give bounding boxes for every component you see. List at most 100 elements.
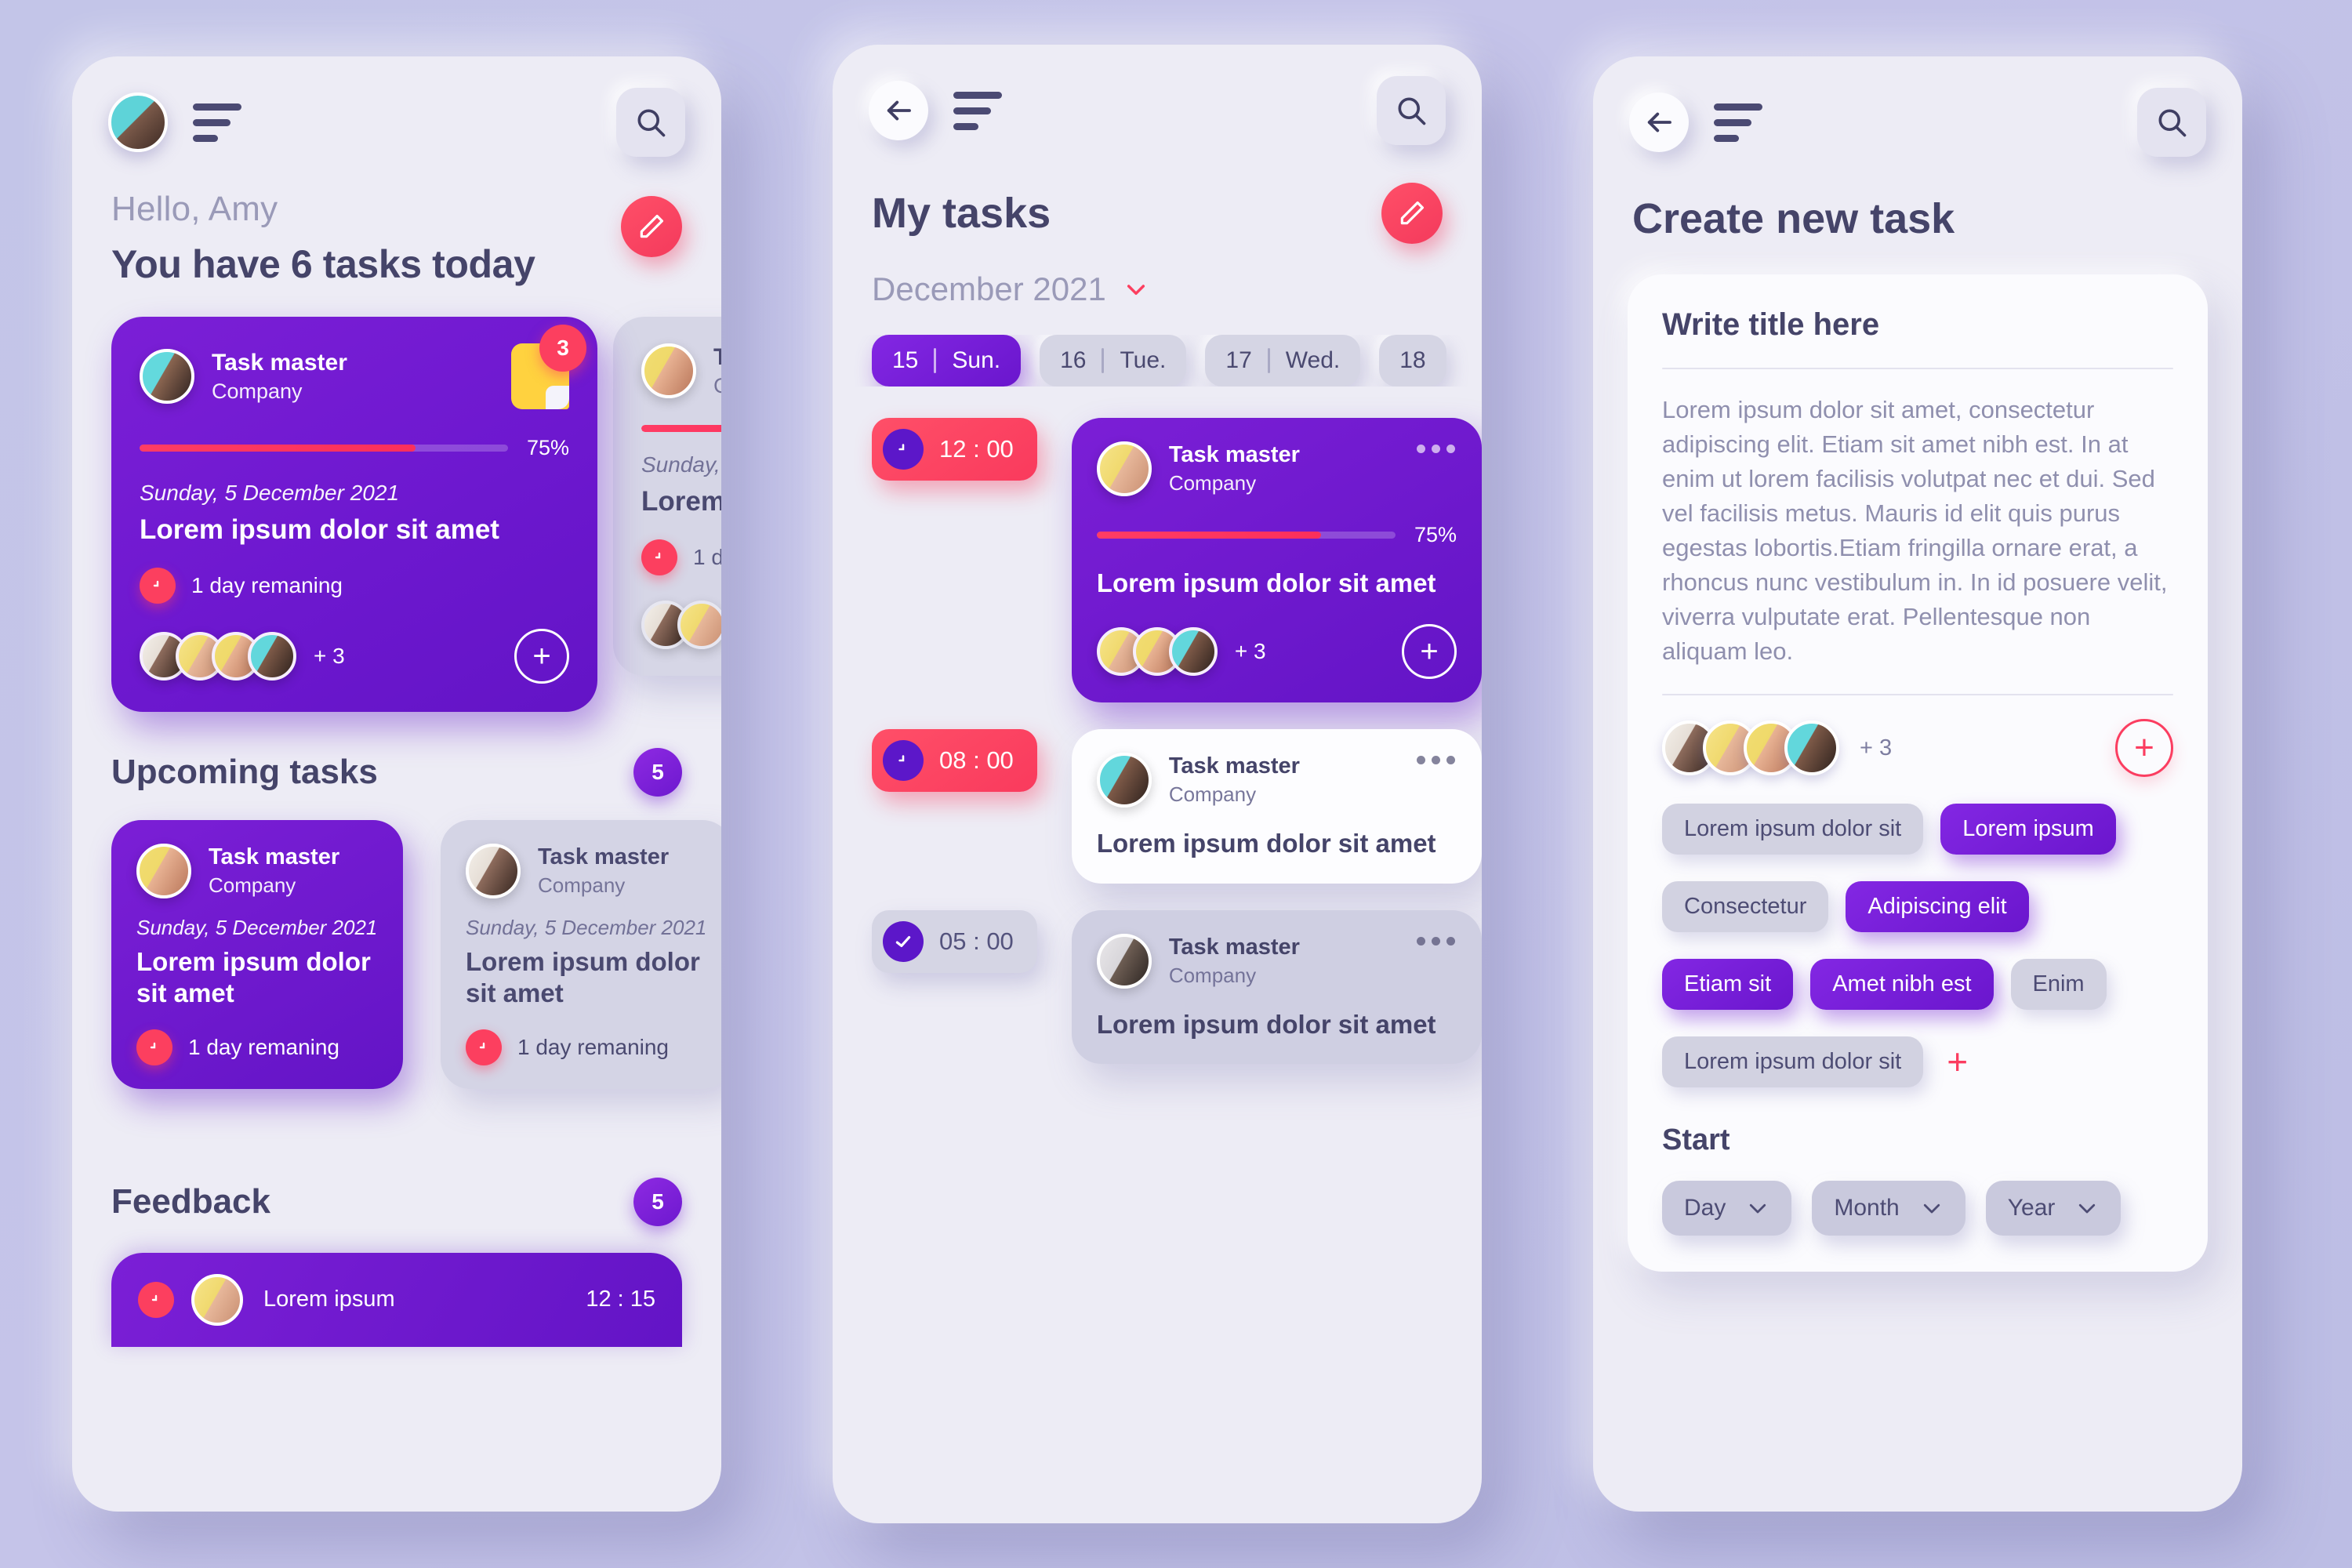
clock-icon (641, 539, 677, 575)
month-selector[interactable]: December 2021 (833, 270, 1482, 308)
progress-percent: 75% (526, 436, 569, 459)
task-date: Sunday, 5 December 2021 (136, 915, 378, 939)
members-row: + 3 + (1662, 719, 2173, 778)
tag-chip[interactable]: Lorem ipsum (1940, 804, 2116, 855)
card-names: Task master Company (1169, 753, 1300, 807)
user-avatar[interactable] (108, 93, 168, 152)
remaining-text: 1 da (693, 544, 721, 569)
avatar (1096, 441, 1152, 496)
tag-chip-list: Consectetur Adipiscing elit (1662, 881, 2173, 933)
phone-screen-my-tasks: My tasks December 2021 15 Sun. 16 Tue. 1… (833, 45, 1482, 1523)
add-member-button[interactable]: + (2115, 719, 2173, 778)
day-chip-16[interactable]: 16 Tue. (1040, 335, 1187, 387)
timeline-task-card[interactable]: Task master Company 75% Lorem ipsum dolo… (1071, 418, 1482, 703)
hero-task-card-secondary[interactable]: Task master Company Sunday, Lorem 1 da (613, 317, 721, 676)
year-select[interactable]: Year (1985, 1181, 2122, 1236)
member-avatars[interactable] (1096, 627, 1218, 677)
tag-chip[interactable]: Adipiscing elit (1846, 881, 2029, 933)
remaining-text: 1 day remaning (517, 1035, 670, 1060)
hero-task-area: Task master Company Sunday, Lorem 1 da (72, 317, 721, 712)
page-title-row: My tasks (833, 147, 1482, 244)
tag-chip[interactable]: Lorem ipsum dolor sit (1662, 1036, 1924, 1088)
add-member-button[interactable]: + (514, 628, 569, 684)
clock-icon (883, 740, 924, 782)
card-header: Task master Company (1096, 933, 1457, 989)
time-pill[interactable]: 08 : 00 (872, 729, 1037, 793)
edit-task-button[interactable] (1381, 183, 1443, 244)
feedback-item[interactable]: Lorem ipsum 12 : 15 (111, 1252, 682, 1347)
month-select[interactable]: Month (1812, 1181, 1965, 1236)
menu-icon[interactable] (953, 91, 1002, 130)
divider (1267, 348, 1270, 373)
menu-icon[interactable] (193, 103, 241, 142)
timeline-row: 12 : 00 Task master Company 75% Lorem ip… (872, 418, 1482, 703)
search-icon (2154, 105, 2189, 140)
task-title: Lorem ipsum dolor sit amet (1096, 829, 1436, 858)
day-select[interactable]: Day (1662, 1181, 1792, 1236)
back-button[interactable] (1629, 93, 1689, 152)
task-title-input[interactable]: Write title here (1662, 307, 2173, 343)
more-options-icon[interactable] (1417, 936, 1455, 946)
tag-chip-list: Etiam sit Amet nibh est Enim (1662, 959, 2173, 1011)
divider (1662, 368, 2173, 369)
month-select-label: Month (1834, 1195, 1900, 1221)
tag-chip[interactable]: Amet nibh est (1810, 959, 1994, 1011)
search-button[interactable] (1377, 76, 1446, 145)
timeline-task-card[interactable]: Task master Company Lorem ipsum dolor si… (1071, 909, 1482, 1064)
avatar (1784, 720, 1839, 776)
section-title: Upcoming tasks (111, 752, 378, 791)
hero-task-card[interactable]: Task master Company 3 75% Sunday, 5 Dece… (111, 317, 597, 712)
more-options-icon[interactable] (1417, 756, 1455, 765)
upcoming-task-card[interactable]: Task master Company Sunday, 5 December 2… (441, 819, 721, 1090)
tag-chip[interactable]: Lorem ipsum dolor sit (1662, 804, 1924, 855)
day-number: 17 (1225, 347, 1252, 373)
task-owner-company: Company (713, 373, 721, 397)
back-button[interactable] (869, 81, 928, 140)
day-chip-18[interactable]: 18 (1379, 335, 1446, 387)
card-header: Task master Company (1096, 441, 1457, 496)
task-owner-name: Task master (538, 844, 670, 869)
upcoming-task-list: Task master Company Sunday, 5 December 2… (72, 819, 721, 1142)
upcoming-task-card[interactable]: Task master Company Sunday, 5 December 2… (111, 819, 403, 1090)
more-options-icon[interactable] (1417, 445, 1455, 453)
greeting-block: Hello, Amy You have 6 tasks today (72, 158, 721, 287)
timeline-row: 08 : 00 Task master Company Lorem ipsum … (872, 729, 1482, 884)
menu-icon[interactable] (1714, 103, 1762, 142)
tag-chip[interactable]: Etiam sit (1662, 959, 1794, 1011)
progress-fill (140, 445, 416, 452)
add-member-button[interactable]: + (1402, 624, 1457, 680)
topbar-my-tasks (833, 45, 1482, 147)
member-avatars[interactable] (641, 600, 721, 649)
time-pill-completed[interactable]: 05 : 00 (872, 909, 1037, 973)
task-timeline: 12 : 00 Task master Company 75% Lorem ip… (833, 418, 1482, 1064)
day-name: Wed. (1285, 347, 1341, 373)
day-chip-17[interactable]: 17 Wed. (1205, 335, 1361, 387)
progress-track (140, 445, 508, 452)
task-owner-company: Company (209, 873, 296, 897)
edit-task-button[interactable] (621, 196, 682, 257)
task-title: Lorem ipsum dolor sit amet (466, 946, 700, 1007)
tag-chip[interactable]: Enim (2010, 959, 2107, 1011)
task-title: Lorem (641, 486, 721, 517)
feedback-text: Lorem ipsum (263, 1287, 395, 1312)
edit-icon (637, 212, 666, 241)
chevron-down-icon (1920, 1200, 1944, 1216)
day-selector[interactable]: 15 Sun. 16 Tue. 17 Wed. 18 (833, 335, 1482, 387)
member-avatars[interactable] (140, 631, 296, 681)
task-owner-company: Company (1168, 782, 1257, 807)
task-description-input[interactable]: Lorem ipsum dolor sit amet, consectetur … (1662, 393, 2173, 669)
tag-chip[interactable]: Consectetur (1662, 881, 1829, 933)
card-header: Task master Company (136, 843, 378, 898)
task-date: Sunday, 5 December 2021 (466, 915, 707, 939)
day-name: Sun. (952, 347, 1001, 373)
progress-row: 75% (140, 436, 569, 460)
time-pill[interactable]: 12 : 00 (872, 418, 1037, 481)
add-tag-button[interactable]: + (1940, 1044, 1974, 1079)
search-button[interactable] (616, 88, 685, 157)
progress-row (641, 425, 721, 432)
chevron-down-icon (1746, 1200, 1769, 1216)
timeline-task-card[interactable]: Task master Company Lorem ipsum dolor si… (1071, 729, 1482, 884)
search-button[interactable] (2137, 88, 2206, 157)
day-chip-15[interactable]: 15 Sun. (872, 335, 1022, 387)
screenshot-canvas: Hello, Amy You have 6 tasks today Task m… (0, 0, 2352, 1568)
